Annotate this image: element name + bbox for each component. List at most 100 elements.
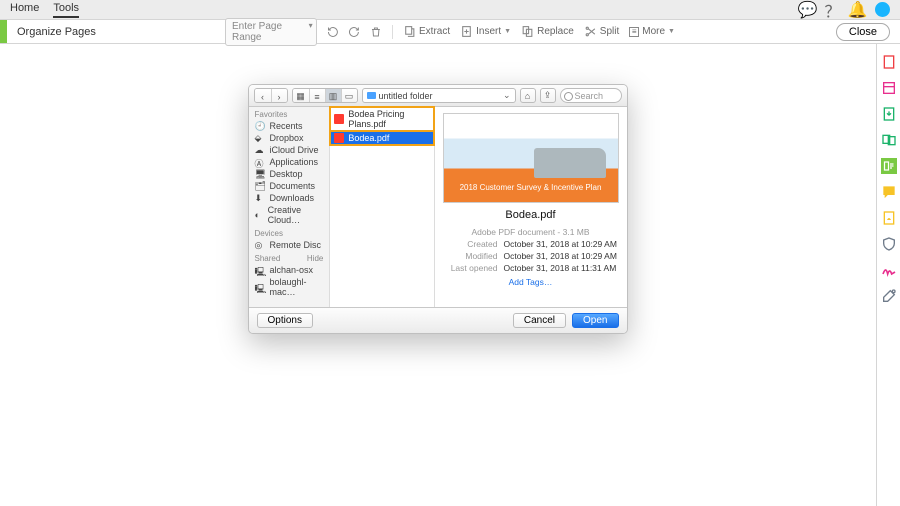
separator [392,25,393,39]
replace-button[interactable]: Replace [521,25,574,38]
nav-fwd-button[interactable]: › [271,89,287,103]
combine-icon[interactable] [881,132,897,148]
cloud-icon: ☁ [255,145,265,155]
thumb-graphic [534,148,606,178]
sidebar-item-dropbox[interactable]: ⬙Dropbox [249,132,330,144]
recents-icon: 🕘 [255,121,265,131]
view-icons-button[interactable]: ▦ [293,89,309,103]
preview-filename: Bodea.pdf [443,209,619,221]
close-button[interactable]: Close [836,23,890,41]
page-range-select[interactable]: Enter Page Range [225,18,317,46]
pdf-icon [334,114,344,124]
folder-icon [367,92,376,99]
topbar-tabs: Home Tools [10,2,79,18]
file-open-dialog: ‹› ▦ ≡ ▥ ▭ untitled folder ⌂ ⇪ Search Fa… [248,84,628,334]
options-button[interactable]: Options [257,313,313,328]
thumb-caption: 2018 Customer Survey & Incentive Plan [460,183,602,192]
delete-icon[interactable] [370,25,382,39]
sidebar-item-recents[interactable]: 🕘Recents [249,120,330,132]
more-tools-icon[interactable] [881,288,897,304]
sidebar-item-applications[interactable]: ⒶApplications [249,156,330,168]
file-column: Bodea Pricing Plans.pdf Bodea.pdf [330,107,434,307]
right-tool-rail [876,44,900,506]
fill-sign-icon[interactable] [881,210,897,226]
preview-thumbnail: 2018 Customer Survey & Incentive Plan [443,113,619,203]
location-label: untitled folder [379,91,433,101]
sidebar-shared-header: SharedHide [249,251,330,264]
secondary-toolbar: Organize Pages Enter Page Range Extract … [0,20,900,44]
preview-pane: 2018 Customer Survey & Incentive Plan Bo… [435,107,627,307]
sidebar-item-documents[interactable]: 🗂Documents [249,180,330,192]
accent-strip [0,20,7,43]
sidebar-favorites-header: Favorites [249,107,330,120]
sign-icon[interactable] [881,262,897,278]
documents-icon: 🗂 [255,181,265,191]
location-select[interactable]: untitled folder [362,88,516,103]
page-title: Organize Pages [7,26,106,38]
modal-overlay: ‹› ▦ ≡ ▥ ▭ untitled folder ⌂ ⇪ Search Fa… [0,44,875,506]
split-button[interactable]: Split [584,25,619,38]
rotate-right-icon[interactable] [348,25,360,39]
apps-icon: Ⓐ [255,157,265,167]
sidebar-item-remotedisc[interactable]: ◎Remote Disc [249,239,330,251]
finder-sidebar: Favorites 🕘Recents ⬙Dropbox ☁iCloud Driv… [249,107,331,307]
nav-back-button[interactable]: ‹ [255,89,271,103]
comment-icon[interactable] [881,184,897,200]
preview-meta: Adobe PDF document - 3.1 MB CreatedOctob… [443,227,619,288]
tab-home[interactable]: Home [10,2,39,18]
insert-button[interactable]: Insert▼ [460,25,511,38]
view-list-button[interactable]: ≡ [309,89,325,103]
search-placeholder: Search [575,91,604,101]
disc-icon: ◎ [255,240,265,250]
replace-label: Replace [537,26,574,37]
avatar[interactable] [875,2,890,17]
sidebar-item-creativecloud[interactable]: ◐Creative Cloud… [249,204,330,226]
organize-pages-icon[interactable] [881,158,897,174]
bell-icon[interactable]: 🔔 [850,2,865,17]
add-tags-link[interactable]: Add Tags… [443,277,619,289]
desktop-icon: 🖥 [255,169,265,179]
more-button[interactable]: ≡More▼ [629,26,675,37]
rotate-left-icon[interactable] [327,25,339,39]
toolbar-center: Enter Page Range Extract Insert▼ Replace… [225,18,675,46]
computer-icon: 🖳 [255,282,265,292]
sidebar-item-icloud[interactable]: ☁iCloud Drive [249,144,330,156]
search-input[interactable]: Search [560,88,622,103]
file-item[interactable]: Bodea Pricing Plans.pdf [330,107,433,131]
preview-kind: Adobe PDF document - 3.1 MB [443,227,619,239]
pdf-icon [334,133,344,143]
create-pdf-icon[interactable] [881,54,897,70]
view-columns-button[interactable]: ▥ [325,89,341,103]
insert-label: Insert [476,26,501,37]
dropbox-icon: ⬙ [255,133,265,143]
computer-icon: 🖳 [255,265,265,275]
more-label: More [642,26,665,37]
help-icon[interactable]: ？ [825,2,840,17]
cancel-button[interactable]: Cancel [513,313,566,328]
dialog-footer: Options Cancel Open [249,307,627,333]
dialog-toolbar: ‹› ▦ ≡ ▥ ▭ untitled folder ⌂ ⇪ Search [249,85,627,107]
open-button[interactable]: Open [572,313,618,328]
chat-icon[interactable]: 💬 [800,2,815,17]
sidebar-item-shared1[interactable]: 🖳alchan-osx [249,264,330,276]
share-button[interactable]: ⇪ [540,88,556,103]
sidebar-devices-header: Devices [249,226,330,239]
extract-label: Extract [419,26,450,37]
hide-link[interactable]: Hide [307,254,323,263]
topbar-right: 💬 ？ 🔔 [800,2,890,17]
split-label: Split [600,26,619,37]
export-pdf-icon[interactable] [881,106,897,122]
cc-icon: ◐ [255,210,263,220]
downloads-icon: ⬇ [255,193,265,203]
protect-icon[interactable] [881,236,897,252]
extract-button[interactable]: Extract [403,25,450,38]
tag-button[interactable]: ⌂ [520,88,536,103]
sidebar-item-downloads[interactable]: ⬇Downloads [249,192,330,204]
tab-tools[interactable]: Tools [53,2,79,18]
view-gallery-button[interactable]: ▭ [341,89,357,103]
file-item-selected[interactable]: Bodea.pdf [330,131,433,145]
sidebar-item-shared2[interactable]: 🖳bolaughl-mac… [249,276,330,298]
sidebar-item-desktop[interactable]: 🖥Desktop [249,168,330,180]
edit-pdf-icon[interactable] [881,80,897,96]
dialog-body: Favorites 🕘Recents ⬙Dropbox ☁iCloud Driv… [249,107,627,307]
